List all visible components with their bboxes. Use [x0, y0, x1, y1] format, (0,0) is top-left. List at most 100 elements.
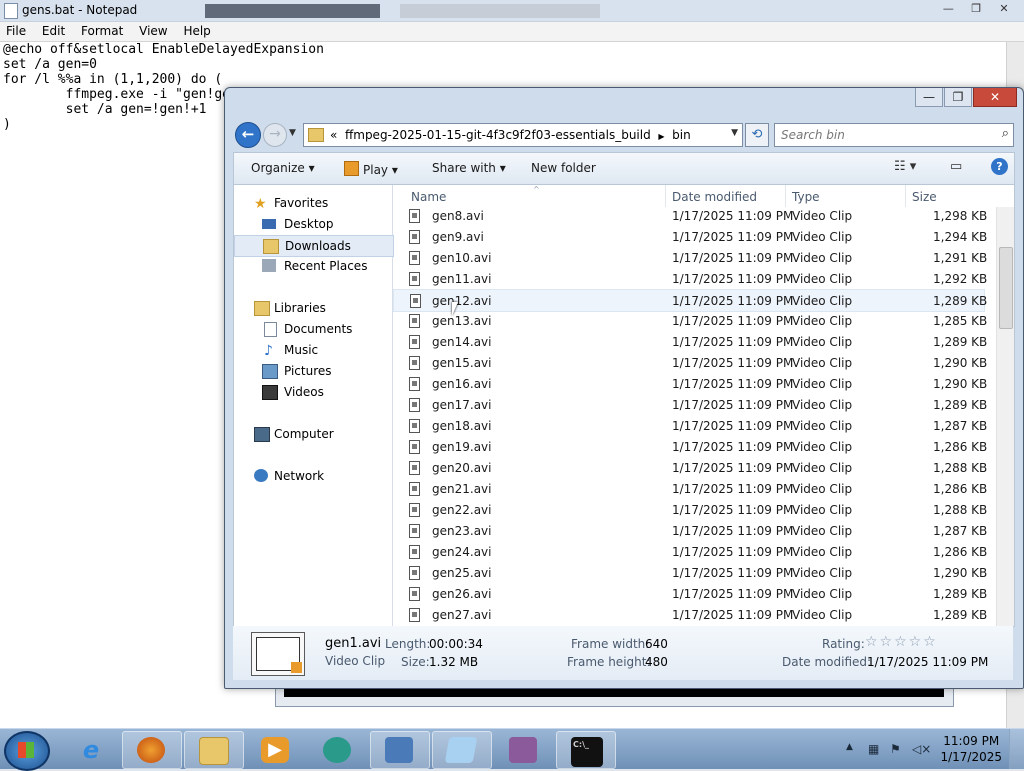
video-file-icon: [410, 294, 421, 308]
forward-button[interactable]: →: [263, 123, 287, 147]
firefox-taskbar-button[interactable]: [122, 731, 182, 769]
column-divider[interactable]: [905, 185, 906, 207]
address-bar[interactable]: « ffmpeg-2025-01-15-git-4f3c9f2f03-essen…: [303, 123, 743, 147]
nav-pictures[interactable]: Pictures: [234, 361, 392, 381]
table-row[interactable]: gen10.avi 1/17/2025 11:09 PM Video Clip 1,2…: [393, 247, 987, 268]
nav-desktop[interactable]: Desktop: [234, 214, 392, 234]
back-button[interactable]: ←: [235, 122, 261, 148]
close-icon[interactable]: ✕: [973, 88, 1017, 107]
refresh-icon[interactable]: ⟲: [745, 123, 769, 147]
table-row[interactable]: gen8.avi 1/17/2025 11:09 PM Video Clip 1,29…: [393, 207, 987, 226]
table-row[interactable]: gen13.avi 1/17/2025 11:09 PM Video Clip 1,2…: [393, 310, 987, 331]
control-panel-taskbar-button[interactable]: [370, 731, 430, 769]
frame-height-label: Frame height:: [567, 655, 651, 669]
file-list-scrollbar[interactable]: [996, 207, 1014, 626]
notepad-titlebar[interactable]: gens.bat - Notepad — ❐ ✕: [0, 0, 1024, 22]
view-options-icon[interactable]: ☷ ▾: [894, 159, 916, 174]
explorer-taskbar-button[interactable]: [184, 731, 244, 769]
size-value[interactable]: 1.32 MB: [429, 655, 478, 669]
menu-file[interactable]: File: [0, 22, 32, 38]
table-row[interactable]: gen23.avi 1/17/2025 11:09 PM Video Clip 1,2…: [393, 520, 987, 541]
volume-muted-icon[interactable]: ◁×: [912, 742, 931, 756]
start-button[interactable]: [4, 731, 50, 771]
search-input[interactable]: Search bin ⌕: [774, 123, 1014, 147]
nav-network[interactable]: Network: [234, 466, 392, 486]
show-hidden-icons-icon[interactable]: ▲: [846, 742, 853, 752]
clock[interactable]: 11:09 PM 1/17/2025: [940, 733, 1002, 765]
breadcrumb-separator-icon[interactable]: ▶: [658, 132, 664, 141]
address-dropdown-icon[interactable]: ▼: [731, 128, 738, 138]
breadcrumb-parent[interactable]: ffmpeg-2025-01-15-git-4f3c9f2f03-essenti…: [345, 128, 651, 142]
table-row[interactable]: gen19.avi 1/17/2025 11:09 PM Video Clip 1,2…: [393, 436, 987, 457]
scrollbar-thumb[interactable]: [999, 247, 1013, 329]
nav-recent-places[interactable]: Recent Places: [234, 256, 392, 276]
winrar-taskbar-button[interactable]: [494, 731, 554, 769]
table-row[interactable]: gen20.avi 1/17/2025 11:09 PM Video Clip 1,2…: [393, 457, 987, 478]
address-overflow[interactable]: «: [330, 128, 337, 142]
table-row[interactable]: gen21.avi 1/17/2025 11:09 PM Video Clip 1,2…: [393, 478, 987, 499]
recent-pages-dropdown-icon[interactable]: ▼: [289, 128, 296, 138]
network-tray-icon[interactable]: ▦: [868, 742, 879, 756]
length-value[interactable]: 00:00:34: [429, 637, 483, 651]
table-row[interactable]: gen11.avi 1/17/2025 11:09 PM Video Clip 1,2…: [393, 268, 987, 289]
table-row[interactable]: gen9.avi 1/17/2025 11:09 PM Video Clip 1,29…: [393, 226, 987, 247]
maximize-icon[interactable]: ❐: [964, 1, 988, 17]
organize-button[interactable]: Organize ▾: [251, 161, 315, 175]
minimize-icon[interactable]: —: [936, 1, 960, 17]
wmc-taskbar-button[interactable]: [308, 731, 368, 769]
table-row[interactable]: gen17.avi 1/17/2025 11:09 PM Video Clip 1,2…: [393, 394, 987, 415]
nav-videos[interactable]: Videos: [234, 382, 392, 402]
nav-documents[interactable]: Documents: [234, 319, 392, 339]
cmd-taskbar-button[interactable]: C:\_: [556, 731, 616, 769]
frame-width-value[interactable]: 640: [645, 637, 668, 651]
search-icon[interactable]: ⌕: [1002, 126, 1009, 141]
play-button[interactable]: Play ▾: [344, 161, 398, 177]
music-icon: ♪: [264, 343, 273, 359]
table-row[interactable]: gen14.avi 1/17/2025 11:09 PM Video Clip 1,2…: [393, 331, 987, 352]
column-name[interactable]: Name: [411, 190, 446, 204]
preview-pane-icon[interactable]: ▭: [950, 159, 962, 174]
nav-music[interactable]: ♪ Music: [234, 340, 392, 360]
column-date-modified[interactable]: Date modified: [672, 190, 757, 204]
action-center-icon[interactable]: ⚑: [890, 742, 901, 756]
menu-edit[interactable]: Edit: [36, 22, 71, 38]
minimize-icon[interactable]: —: [915, 88, 943, 107]
new-folder-button[interactable]: New folder: [531, 161, 596, 175]
media-player-icon: ▶: [261, 737, 289, 763]
table-row[interactable]: gen15.avi 1/17/2025 11:09 PM Video Clip 1,2…: [393, 352, 987, 373]
table-row[interactable]: gen26.avi 1/17/2025 11:09 PM Video Clip 1,2…: [393, 583, 987, 604]
nav-favorites[interactable]: ★ Favorites: [234, 193, 392, 213]
breadcrumb-current[interactable]: bin: [672, 128, 691, 142]
table-row[interactable]: gen22.avi 1/17/2025 11:09 PM Video Clip 1,2…: [393, 499, 987, 520]
media-player-taskbar-button[interactable]: ▶: [246, 731, 306, 769]
table-row[interactable]: gen24.avi 1/17/2025 11:09 PM Video Clip 1,2…: [393, 541, 987, 562]
nav-libraries[interactable]: Libraries: [234, 298, 392, 318]
nav-downloads[interactable]: Downloads: [234, 235, 394, 257]
date-modified-value[interactable]: 1/17/2025 11:09 PM: [867, 655, 988, 669]
menu-help[interactable]: Help: [177, 22, 216, 38]
table-row[interactable]: gen12.avi 1/17/2025 11:09 PM Video Clip 1,2…: [393, 289, 987, 312]
frame-height-value[interactable]: 480: [645, 655, 668, 669]
menu-format[interactable]: Format: [75, 22, 129, 38]
help-icon[interactable]: ?: [991, 158, 1008, 175]
column-size[interactable]: Size: [912, 190, 937, 204]
maximize-icon[interactable]: ❐: [944, 88, 972, 107]
details-file-name: gen1.avi: [325, 636, 382, 651]
close-icon[interactable]: ✕: [992, 1, 1016, 17]
menu-view[interactable]: View: [133, 22, 173, 38]
ie-taskbar-button[interactable]: e: [62, 731, 122, 769]
mouse-cursor-icon: [452, 302, 458, 316]
column-divider[interactable]: [665, 185, 666, 207]
table-row[interactable]: gen27.avi 1/17/2025 11:09 PM Video Clip 1,2…: [393, 604, 987, 625]
column-type[interactable]: Type: [792, 190, 820, 204]
column-divider[interactable]: [785, 185, 786, 207]
share-with-button[interactable]: Share with ▾: [432, 161, 506, 175]
nav-computer[interactable]: Computer: [234, 424, 392, 444]
command-bar: Organize ▾ Play ▾ Share with ▾ New folde…: [233, 152, 1015, 185]
show-desktop-button[interactable]: [1009, 729, 1024, 769]
notepad-taskbar-button[interactable]: [432, 731, 492, 769]
table-row[interactable]: gen25.avi 1/17/2025 11:09 PM Video Clip 1,2…: [393, 562, 987, 583]
table-row[interactable]: gen16.avi 1/17/2025 11:09 PM Video Clip 1,2…: [393, 373, 987, 394]
table-row[interactable]: gen18.avi 1/17/2025 11:09 PM Video Clip 1,2…: [393, 415, 987, 436]
rating-stars-icon[interactable]: ☆☆☆☆☆: [865, 634, 938, 650]
